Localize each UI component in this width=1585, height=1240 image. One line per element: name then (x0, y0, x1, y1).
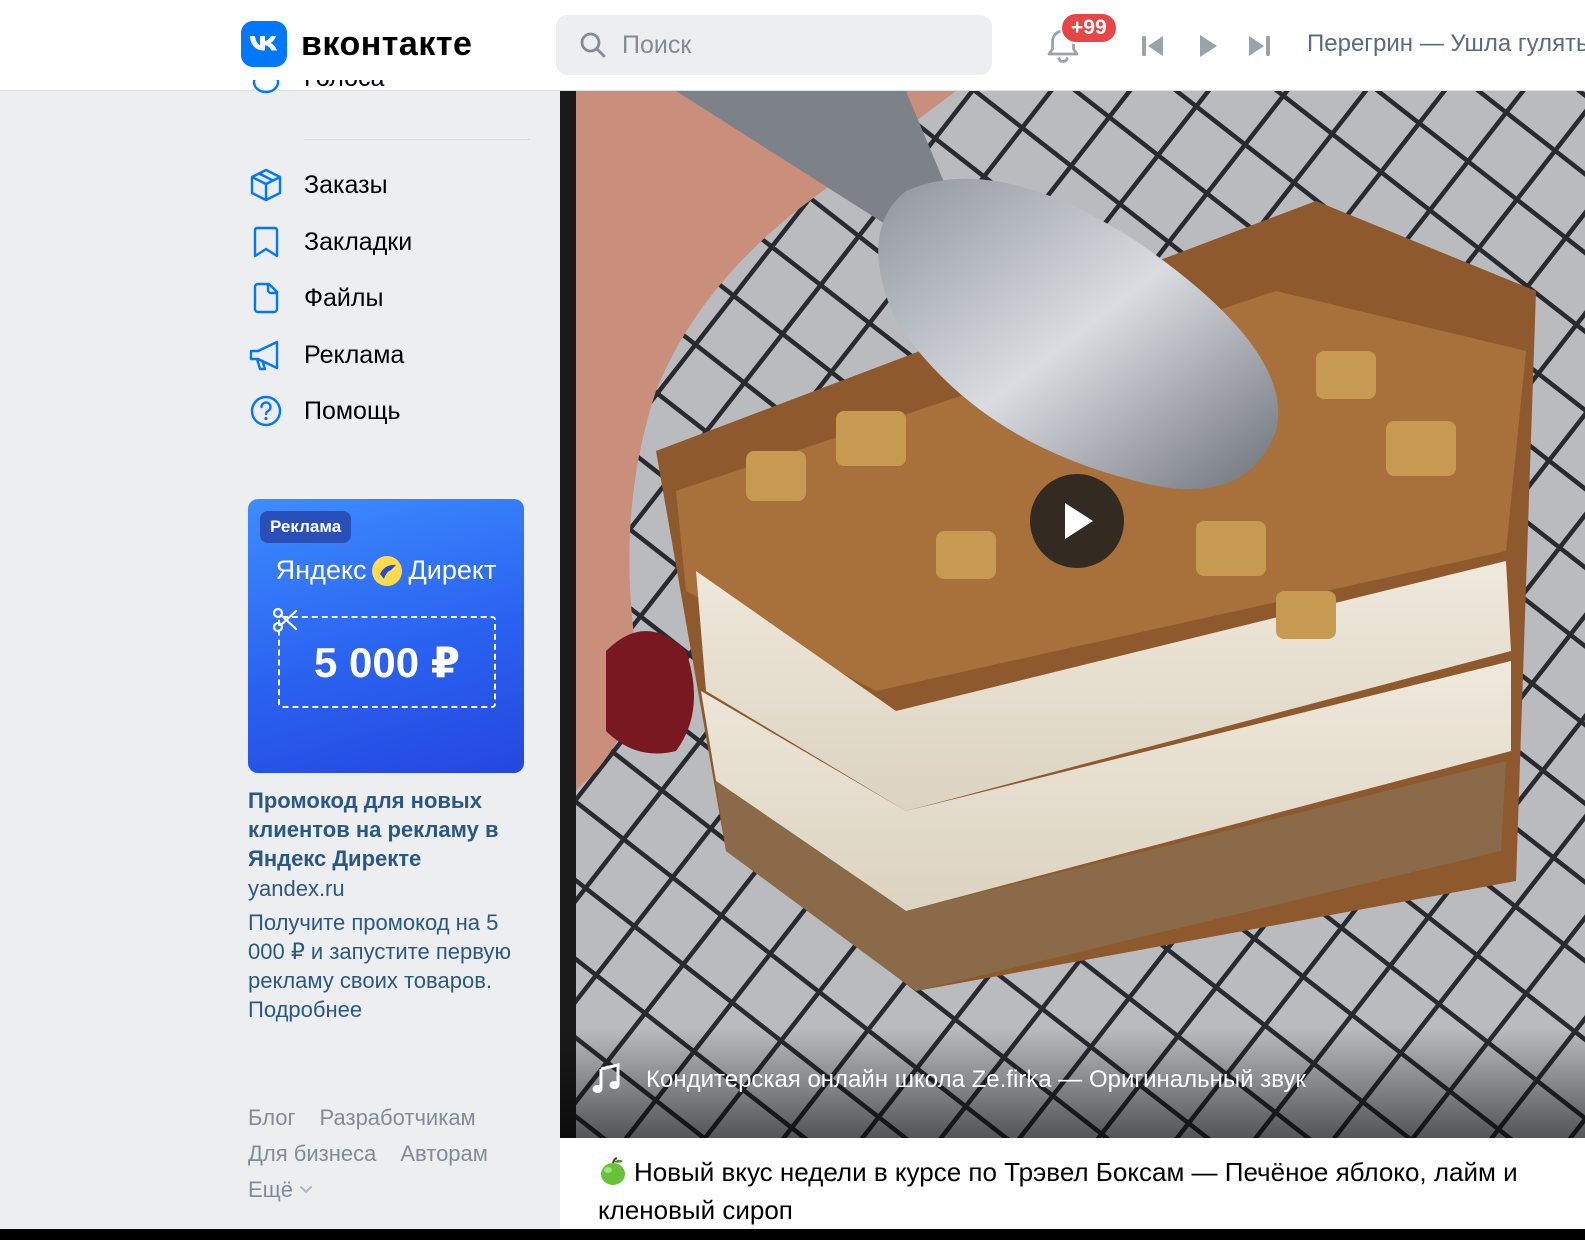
search-input[interactable] (622, 30, 962, 60)
sidebar-item-label: Заказы (304, 170, 388, 199)
ad-brand-logo: Яндекс Директ (248, 555, 524, 586)
sidebar-item-bookmarks[interactable]: Закладки (246, 222, 546, 262)
notifications-badge: +99 (1060, 12, 1118, 44)
music-note-icon (592, 1063, 620, 1093)
vk-logo[interactable]: вконтакте (241, 21, 472, 67)
sidebar-item-label: Помощь (304, 396, 401, 425)
sidebar-item-help[interactable]: Помощь (246, 391, 546, 431)
ad-label: Реклама (260, 511, 352, 543)
footer-more-button[interactable]: Ещё (248, 1172, 512, 1208)
sidebar-item-orders[interactable]: Заказы (246, 165, 546, 205)
footer-links: Блог Разработчикам Для бизнеса Авторам Е… (248, 1100, 512, 1208)
footer-link-blog[interactable]: Блог (248, 1105, 296, 1131)
play-icon[interactable] (1192, 31, 1222, 61)
megaphone-icon (246, 335, 286, 375)
play-icon (1065, 503, 1093, 539)
help-icon (246, 391, 286, 431)
yandex-direct-icon (372, 555, 403, 586)
sidebar-item-label: Файлы (304, 283, 384, 312)
file-icon (246, 278, 286, 318)
search-box[interactable] (556, 15, 992, 75)
sidebar-divider (304, 139, 530, 140)
sidebar-item-label: Закладки (304, 227, 413, 256)
ad-banner[interactable]: Реклама Яндекс Директ 5 000 ₽ (248, 499, 524, 773)
box-icon (246, 165, 286, 205)
footer-link-developers[interactable]: Разработчикам (320, 1105, 476, 1131)
video-play-button[interactable] (1030, 474, 1124, 568)
post-text: Новый вкус недели в курсе по Трэвел Бокс… (598, 1153, 1558, 1229)
chevron-down-icon (300, 1186, 313, 1194)
next-track-icon[interactable] (1244, 31, 1274, 61)
vk-logo-icon (241, 21, 287, 67)
footer-more-label: Ещё (248, 1177, 294, 1202)
footer-link-business[interactable]: Для бизнеса (248, 1141, 376, 1167)
ad-brand-right: Директ (408, 555, 497, 585)
sidebar-item-label: Реклама (304, 340, 405, 369)
sidebar-item-files[interactable]: Файлы (246, 278, 546, 318)
ad-brand-left: Яндекс (275, 555, 367, 585)
previous-track-icon[interactable] (1138, 31, 1168, 61)
video-player[interactable]: Кондитерская онлайн школа Ze.firka — Ори… (560, 91, 1585, 1138)
sidebar-item-ads[interactable]: Реклама (246, 335, 546, 375)
post-text-content: Новый вкус недели в курсе по Трэвел Бокс… (598, 1157, 1518, 1225)
ad-title[interactable]: Промокод для новых клиентов на рекламу в… (248, 786, 538, 873)
logo-wordmark: вконтакте (301, 24, 473, 63)
footer-link-authors[interactable]: Авторам (400, 1141, 488, 1167)
audio-track-label[interactable]: Кондитерская онлайн школа Ze.firka — Ори… (646, 1066, 1306, 1094)
ad-description[interactable]: Получите промокод на 5 000 ₽ и запустите… (248, 908, 526, 1024)
ad-coupon: 5 000 ₽ (278, 616, 496, 708)
ad-domain[interactable]: yandex.ru (248, 876, 345, 902)
video-thumbnail (576, 91, 1585, 1138)
feed-post: Кондитерская онлайн школа Ze.firka — Ори… (560, 91, 1585, 1240)
window-bottom-edge (0, 1229, 1585, 1240)
sidebar-item-label: Голоса (304, 80, 384, 93)
voices-icon (252, 80, 280, 94)
search-icon (580, 32, 606, 58)
green-apple-icon (601, 1157, 625, 1185)
bookmark-icon (246, 222, 286, 262)
top-header: вконтакте +99 Перегрин — Ушла гулять (0, 0, 1585, 91)
now-playing-title[interactable]: Перегрин — Ушла гулять (1307, 30, 1585, 58)
sidebar-item-voices[interactable]: Голоса (246, 80, 546, 106)
